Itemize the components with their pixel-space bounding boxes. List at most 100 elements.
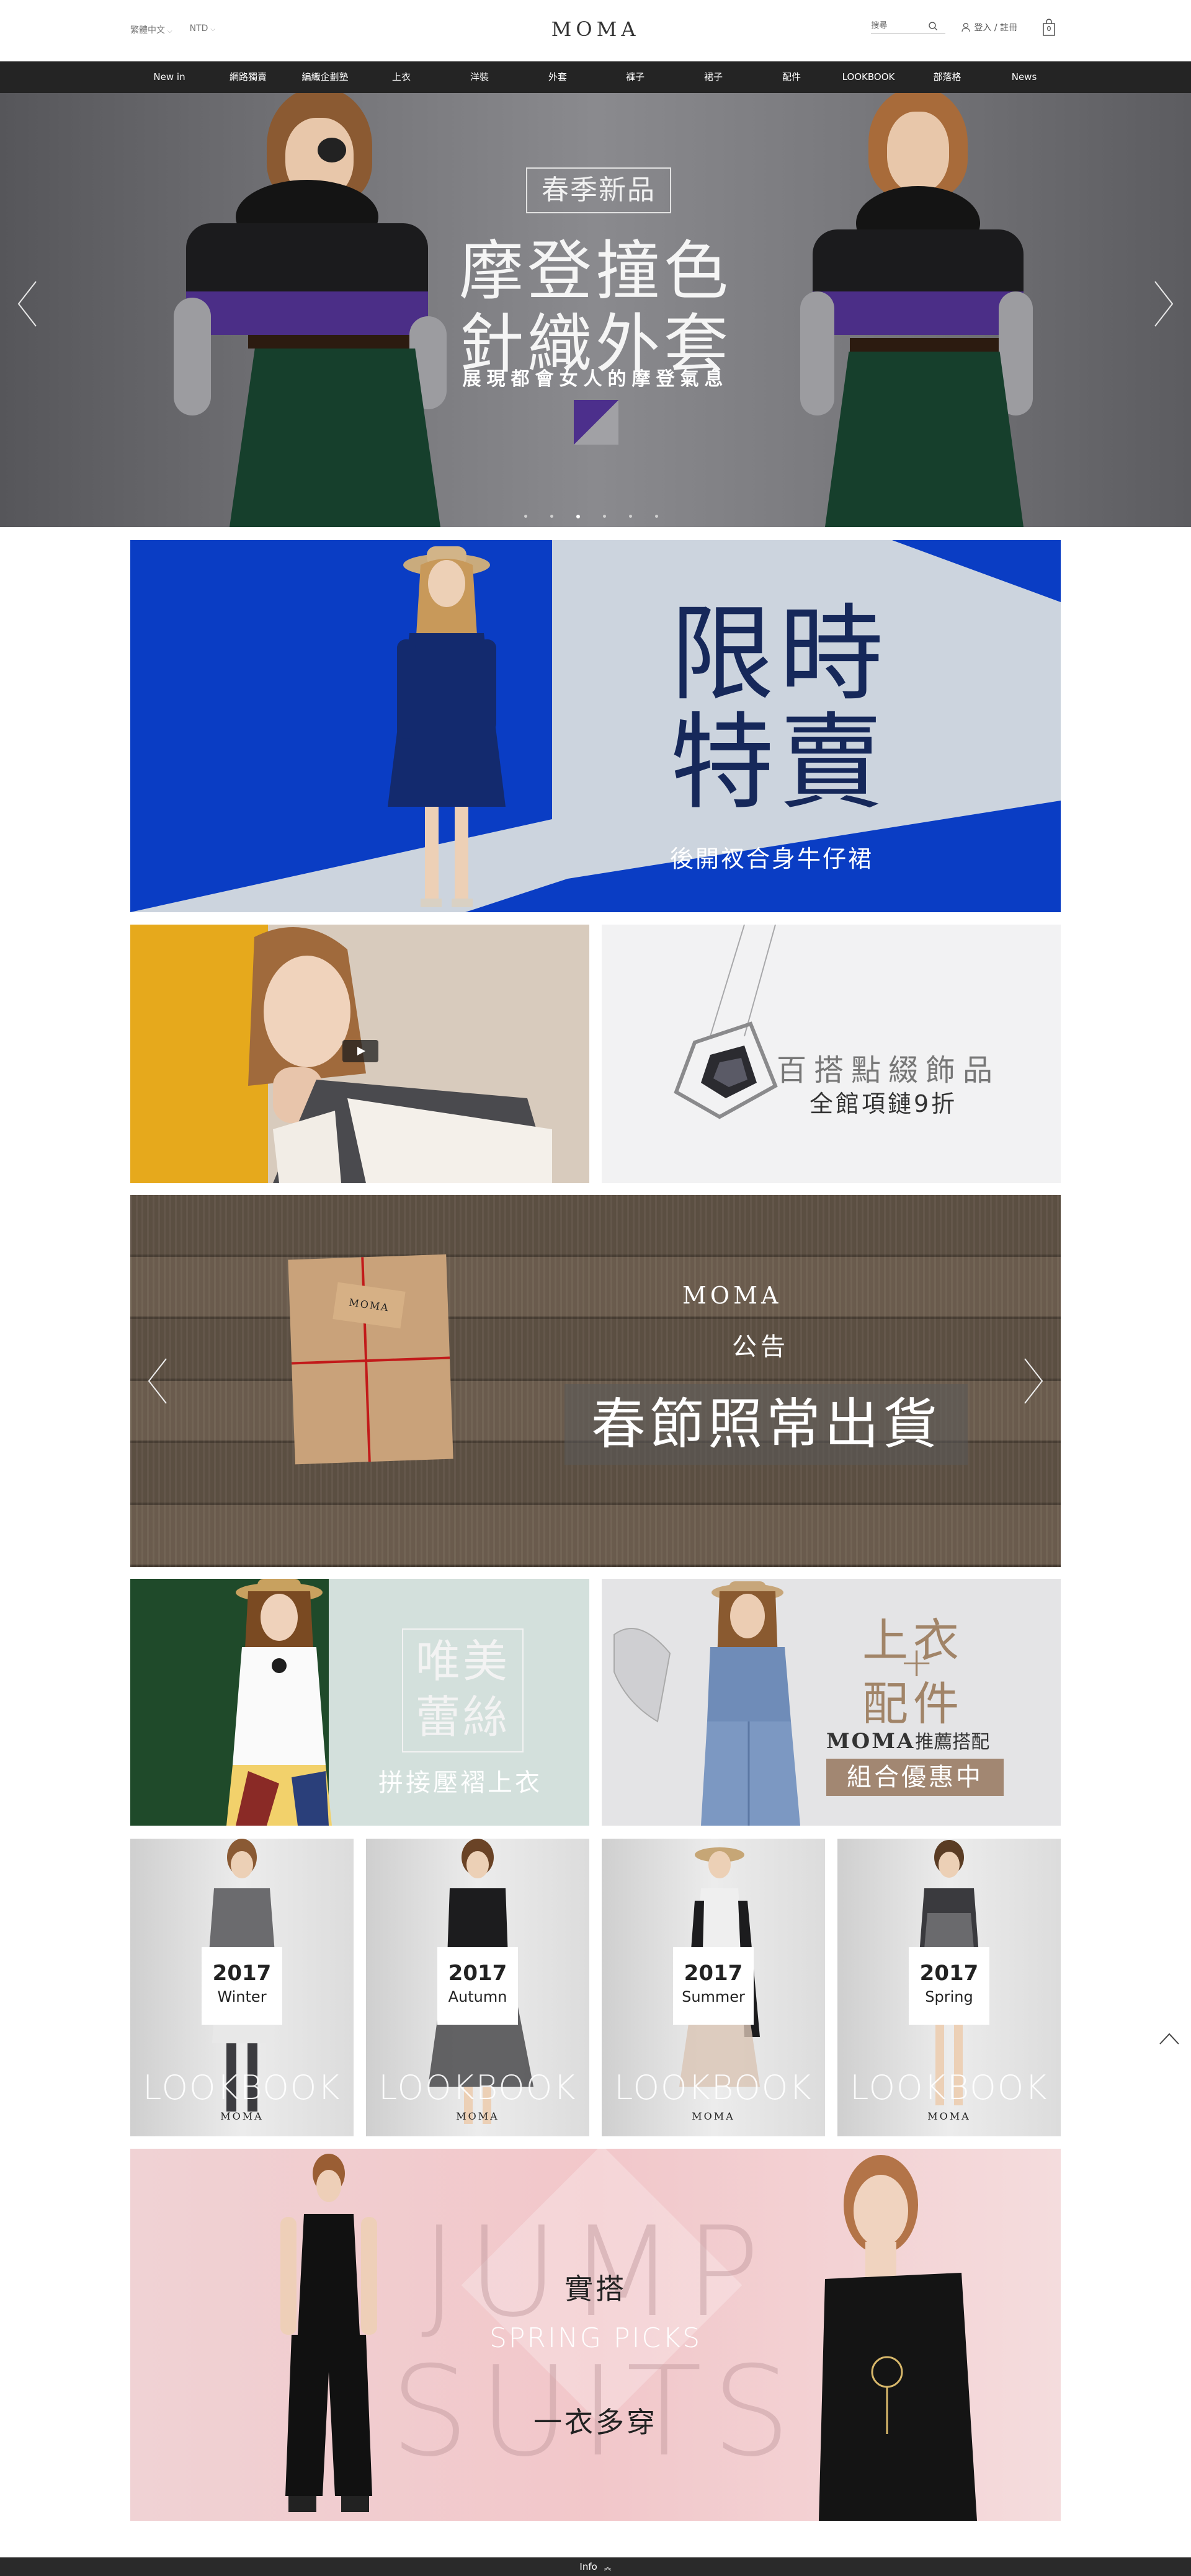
lace-title-box: 唯美 蕾絲 bbox=[402, 1628, 524, 1752]
carousel-dot[interactable] bbox=[550, 515, 553, 518]
carousel-dots bbox=[524, 515, 658, 518]
account-link[interactable]: 登入 / 註冊 bbox=[961, 21, 1017, 33]
ribbon-shape bbox=[292, 1356, 450, 1365]
lace-title-line2: 蕾絲 bbox=[415, 1691, 510, 1743]
lookbook-tile-summer[interactable]: 2017 Summer LOOKBOOK MOMA bbox=[602, 1839, 825, 2136]
cart-button[interactable]: 0 bbox=[1042, 19, 1056, 36]
announcement-brand: MOMA bbox=[682, 1282, 782, 1309]
sale-title-line1: 限時 bbox=[670, 593, 888, 715]
combo-title-line2: 配件 bbox=[862, 1677, 964, 1731]
carousel-dot-active[interactable] bbox=[576, 515, 580, 518]
announcement-message: 春節照常出貨 bbox=[564, 1384, 968, 1465]
lookbook-tile-autumn[interactable]: 2017 Autumn LOOKBOOK MOMA bbox=[366, 1839, 589, 2136]
nav-item-lookbook[interactable]: LOOKBOOK bbox=[842, 61, 895, 93]
lookbook-year: 2017 bbox=[212, 1961, 272, 1986]
back-to-top-icon[interactable] bbox=[1159, 2032, 1180, 2045]
color-swatch bbox=[574, 400, 618, 445]
lookbook-season: Spring bbox=[925, 1988, 973, 2005]
video-banner[interactable] bbox=[130, 925, 589, 1183]
lookbook-brand: MOMA bbox=[692, 2110, 735, 2122]
lookbook-label: LOOKBOOK bbox=[378, 2068, 577, 2107]
lookbook-tile-spring[interactable]: 2017 Spring LOOKBOOK MOMA bbox=[837, 1839, 1061, 2136]
jewelry-banner[interactable]: 百搭點綴飾品 全館項鏈9折 bbox=[602, 925, 1061, 1183]
lookbook-card: 2017 Spring bbox=[909, 1947, 989, 2025]
double-chevron-up-icon: ︽ bbox=[604, 2563, 612, 2572]
nav-item-accessories[interactable]: 配件 bbox=[782, 61, 801, 93]
top-accessory-banner[interactable]: 上衣 + 配件 MOMA推薦搭配 組合優惠中 bbox=[602, 1579, 1061, 1826]
combo-badge: 組合優惠中 bbox=[826, 1759, 1004, 1796]
combo-recommend-label: 推薦搭配 bbox=[915, 1731, 990, 1753]
jewelry-subtitle: 全館項鏈9折 bbox=[810, 1090, 958, 1117]
denim-dress-model bbox=[388, 546, 506, 907]
combo-brand: MOMA bbox=[826, 1729, 916, 1754]
footer-info-bar[interactable]: Info ︽ bbox=[0, 2557, 1191, 2576]
jumpsuit-banner[interactable]: JUMP SUITS 實搭 SPRING PICKS 一衣多穿 bbox=[130, 2149, 1061, 2521]
lookbook-year: 2017 bbox=[448, 1961, 507, 1986]
announcement-banner[interactable]: MOMA MOMA 公告 春節照常出貨 bbox=[130, 1195, 1061, 1567]
lookbook-label: LOOKBOOK bbox=[614, 2068, 813, 2107]
lace-top-banner[interactable]: 唯美 蕾絲 拼接壓褶上衣 bbox=[130, 1579, 589, 1826]
lookbook-brand: MOMA bbox=[456, 2110, 499, 2122]
search-input[interactable] bbox=[871, 21, 929, 30]
sale-subtitle: 後開衩合身牛仔裙 bbox=[670, 845, 874, 873]
hero-subtitle: 展現都會女人的摩登氣息 bbox=[462, 368, 729, 390]
nav-item-knit-project[interactable]: 編織企劃塾 bbox=[301, 61, 348, 93]
jumpsuit-tagline: 一衣多穿 bbox=[533, 2405, 658, 2439]
lookbook-brand: MOMA bbox=[927, 2110, 971, 2122]
lookbook-season: Autumn bbox=[448, 1988, 507, 2005]
user-icon bbox=[961, 22, 970, 32]
site-header: 繁體中文⌵ NTD⌵ MOMA 登入 / 註冊 0 bbox=[0, 0, 1191, 61]
lookbook-season: Summer bbox=[682, 1988, 745, 2005]
jumpsuit-subtitle: SPRING PICKS bbox=[489, 2322, 702, 2354]
main-nav: New in 網路獨賣 編織企劃塾 上衣 洋裝 外套 褲子 裙子 配件 LOOK… bbox=[0, 61, 1191, 93]
model-photo bbox=[613, 1581, 800, 1826]
nav-item-tops[interactable]: 上衣 bbox=[392, 61, 411, 93]
carousel-dot[interactable] bbox=[603, 515, 606, 518]
sale-title-line2: 特賣 bbox=[670, 702, 888, 824]
lookbook-label: LOOKBOOK bbox=[143, 2068, 341, 2107]
footer-label: Info bbox=[579, 2561, 597, 2572]
carousel-dot[interactable] bbox=[655, 515, 658, 518]
play-icon[interactable] bbox=[342, 1040, 378, 1062]
search-box bbox=[871, 21, 946, 34]
header-right-tools: 登入 / 註冊 0 bbox=[871, 19, 1056, 36]
lookbook-label: LOOKBOOK bbox=[850, 2068, 1048, 2107]
lookbook-brand: MOMA bbox=[220, 2110, 264, 2122]
nav-item-new-in[interactable]: New in bbox=[153, 61, 185, 93]
lookbook-card: 2017 Summer bbox=[673, 1947, 754, 2025]
lookbook-season: Winter bbox=[217, 1988, 267, 2005]
announcement-tag: 公告 bbox=[732, 1333, 789, 1361]
lookbook-card: 2017 Autumn bbox=[437, 1947, 518, 2025]
nav-item-news[interactable]: News bbox=[1012, 61, 1037, 93]
sunglasses-shape bbox=[318, 138, 346, 162]
face-shape bbox=[887, 112, 949, 192]
jewelry-title: 百搭點綴飾品 bbox=[777, 1053, 1001, 1088]
sale-banner[interactable]: 限時 特賣 後開衩合身牛仔裙 bbox=[130, 540, 1061, 912]
nav-item-pants[interactable]: 褲子 bbox=[626, 61, 645, 93]
lace-title-line1: 唯美 bbox=[415, 1635, 510, 1687]
lookbook-year: 2017 bbox=[919, 1961, 979, 1986]
blue-corner-shape bbox=[892, 540, 1061, 602]
gift-parcel-image bbox=[288, 1254, 453, 1465]
lookbook-card: 2017 Winter bbox=[202, 1947, 282, 2025]
lookbook-year: 2017 bbox=[684, 1961, 743, 1986]
chevron-right-icon[interactable] bbox=[1021, 1356, 1046, 1406]
carousel-dot[interactable] bbox=[524, 515, 527, 518]
carousel-dot[interactable] bbox=[629, 515, 632, 518]
account-label: 登入 / 註冊 bbox=[974, 23, 1017, 33]
model-photo bbox=[226, 1579, 332, 1826]
nav-item-skirts[interactable]: 裙子 bbox=[704, 61, 723, 93]
nav-item-dresses[interactable]: 洋裝 bbox=[470, 61, 489, 93]
combo-recommend: MOMA推薦搭配 bbox=[826, 1726, 989, 1754]
search-icon[interactable] bbox=[928, 21, 938, 31]
nav-item-online-exclusive[interactable]: 網路獨賣 bbox=[230, 61, 267, 93]
hero-tag: 春季新品 bbox=[526, 167, 671, 213]
nav-item-blog[interactable]: 部落格 bbox=[933, 61, 961, 93]
lookbook-tile-winter[interactable]: 2017 Winter LOOKBOOK MOMA bbox=[130, 1839, 354, 2136]
lace-subtitle: 拼接壓褶上衣 bbox=[378, 1769, 542, 1797]
jumpsuit-title: 實搭 bbox=[564, 2272, 627, 2306]
cart-count: 0 bbox=[1046, 25, 1051, 33]
nav-item-outerwear[interactable]: 外套 bbox=[548, 61, 567, 93]
chevron-left-icon[interactable] bbox=[145, 1356, 170, 1406]
hero-carousel[interactable]: 春季新品 摩登撞色 針織外套 展現都會女人的摩登氣息 bbox=[0, 93, 1191, 527]
